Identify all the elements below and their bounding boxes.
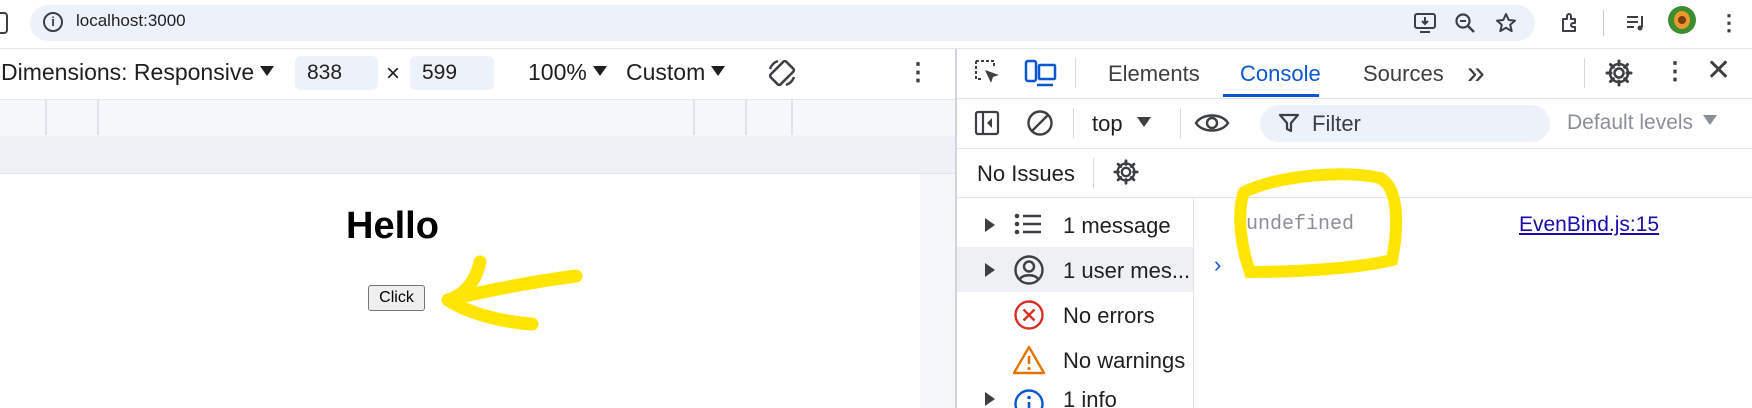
ruler-mark[interactable]: [693, 99, 695, 135]
console-settings-gear-icon[interactable]: [1112, 158, 1140, 186]
throttle-label: Custom: [626, 59, 706, 85]
width-input[interactable]: 838: [295, 56, 378, 90]
device-more-options-icon[interactable]: ⋮: [906, 58, 930, 87]
site-info-icon[interactable]: i: [43, 12, 63, 32]
bookmark-star-icon[interactable]: [1493, 10, 1519, 36]
sidebar-toggle-icon[interactable]: [974, 110, 1000, 136]
expand-triangle-icon[interactable]: [985, 392, 995, 406]
tab-sources[interactable]: Sources: [1363, 61, 1444, 87]
console-prompt-icon[interactable]: ›: [1214, 252, 1221, 278]
page-heading: Hello: [346, 205, 439, 247]
toolbar-separator: [1075, 58, 1076, 88]
ruler-mark[interactable]: [97, 99, 99, 135]
device-toggle-icon[interactable]: [1024, 57, 1058, 89]
ruler-mark[interactable]: [745, 99, 747, 135]
info-icon: [1013, 388, 1045, 408]
browser-menu-icon[interactable]: ⋮: [1716, 10, 1742, 36]
live-expression-eye-icon[interactable]: [1194, 110, 1230, 136]
zoom-icon[interactable]: [1452, 10, 1478, 36]
sidebar-item-label: 1 message: [1063, 213, 1171, 238]
issues-label[interactable]: No Issues: [977, 161, 1075, 187]
filter-input[interactable]: [1260, 105, 1550, 142]
toolbar-divider: [1603, 10, 1604, 36]
tab-search-icon[interactable]: [0, 12, 8, 34]
throttle-chevron-down-icon: [711, 66, 726, 76]
expand-triangle-icon[interactable]: [985, 263, 995, 277]
toolbar-separator: [1180, 108, 1181, 138]
list-icon: [1013, 212, 1043, 241]
expand-triangle-icon[interactable]: [985, 218, 995, 232]
user-icon: [1013, 254, 1045, 291]
device-viewport: [0, 174, 920, 408]
tab-console[interactable]: Console: [1240, 61, 1321, 87]
toolbar-separator: [1073, 108, 1074, 138]
active-tab-indicator: [1223, 94, 1319, 97]
sidebar-item-warnings[interactable]: No warnings: [957, 337, 1193, 382]
height-input[interactable]: 599: [410, 56, 494, 90]
context-label: top: [1092, 111, 1123, 136]
media-controls-icon[interactable]: [1623, 10, 1649, 36]
warning-icon: [1012, 344, 1046, 381]
rotate-icon[interactable]: [764, 55, 800, 91]
profile-avatar[interactable]: [1668, 6, 1696, 34]
zoom-dropdown[interactable]: 100%: [528, 59, 607, 86]
clear-console-icon[interactable]: [1026, 109, 1054, 137]
pixel-ruler: [0, 136, 955, 174]
extensions-icon[interactable]: [1557, 10, 1583, 36]
more-tabs-icon[interactable]: »: [1467, 54, 1485, 91]
address-bar[interactable]: [30, 5, 1535, 41]
settings-gear-icon[interactable]: [1604, 58, 1634, 88]
sidebar-item-label: 1 info: [1063, 387, 1117, 408]
toolbar-separator: [1093, 158, 1094, 188]
tab-elements[interactable]: Elements: [1108, 61, 1200, 87]
click-button[interactable]: Click: [368, 285, 425, 311]
sidebar-item-label: No warnings: [1063, 348, 1186, 373]
sidebar-item-info[interactable]: 1 info: [957, 382, 1193, 408]
issues-bar: [957, 149, 1752, 198]
sidebar-item-label: 1 user mes...: [1063, 258, 1191, 283]
toolbar-separator: [1584, 58, 1585, 88]
sidebar-item-user-messages[interactable]: 1 user mes...: [957, 247, 1193, 292]
throttle-dropdown[interactable]: Custom: [626, 59, 726, 86]
error-icon: [1013, 299, 1045, 336]
sidebar-item-messages[interactable]: 1 message: [957, 202, 1193, 247]
zoom-chevron-down-icon: [592, 66, 607, 76]
context-chevron-down-icon: [1136, 117, 1151, 127]
context-dropdown[interactable]: top: [1092, 111, 1151, 137]
ruler-mark[interactable]: [791, 99, 793, 135]
dimensions-chevron-down-icon: [260, 66, 275, 76]
close-devtools-icon[interactable]: ✕: [1706, 56, 1731, 86]
console-message: undefined: [1246, 213, 1355, 236]
dimensions-label: Dimensions: Responsive: [1, 59, 255, 85]
times-symbol: ×: [386, 60, 401, 87]
install-app-icon[interactable]: [1412, 10, 1438, 36]
filter-funnel-icon: [1278, 112, 1300, 134]
media-query-ruler: [0, 99, 955, 137]
url-text[interactable]: localhost:3000: [76, 11, 186, 31]
ruler-mark[interactable]: [45, 99, 47, 135]
levels-chevron-down-icon: [1703, 115, 1718, 125]
sidebar-item-errors[interactable]: No errors: [957, 292, 1193, 337]
inspect-element-icon[interactable]: [972, 57, 1004, 89]
devtools-more-icon[interactable]: ⋮: [1663, 57, 1687, 86]
dimensions-dropdown[interactable]: Dimensions: Responsive: [1, 59, 275, 86]
log-levels-label: Default levels: [1567, 111, 1694, 134]
source-link[interactable]: EvenBind.js:15: [1519, 213, 1659, 237]
filter-placeholder: Filter: [1312, 111, 1361, 136]
log-levels-dropdown[interactable]: Default levels: [1567, 111, 1718, 135]
sidebar-item-label: No errors: [1063, 303, 1155, 328]
viewport-gutter: [920, 174, 955, 408]
zoom-label: 100%: [528, 59, 587, 85]
